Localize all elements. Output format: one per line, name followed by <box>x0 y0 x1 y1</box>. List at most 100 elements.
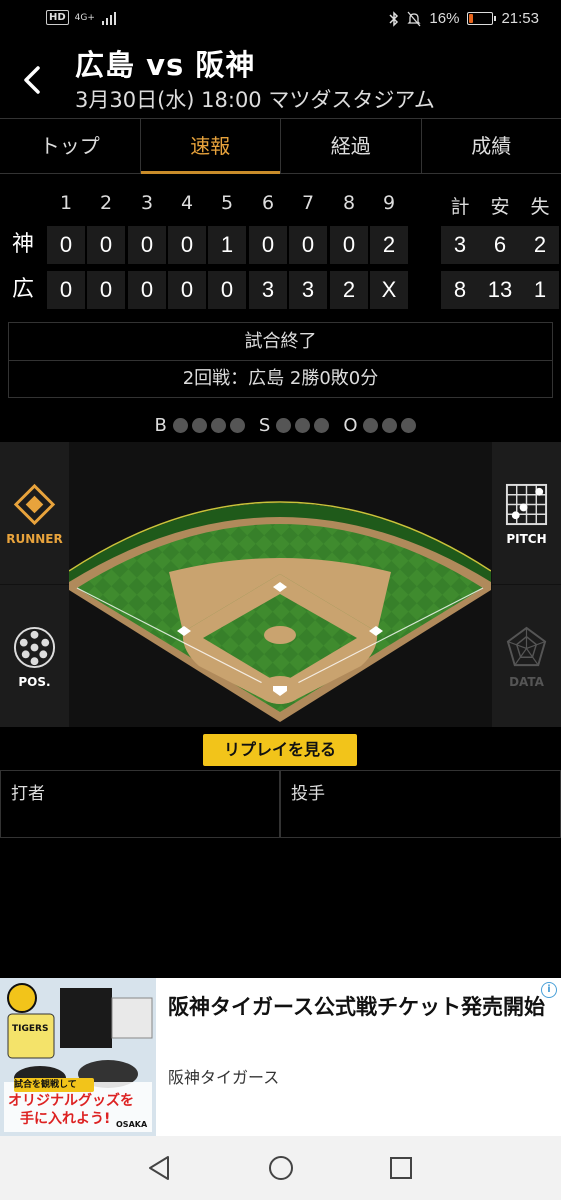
game-info: 3月30日(水) 18:00 マツダスタジアム <box>75 88 435 112</box>
data-label: DATA <box>509 675 544 689</box>
status-bar: HD 4G+ 16% 21:53 <box>0 0 561 40</box>
total-hits-header: 安 <box>490 196 510 218</box>
tab-stats[interactable]: 成績 <box>422 119 561 173</box>
field-panel: RUNNER POS. PITCH DATA <box>0 442 561 727</box>
outs-label: O <box>343 414 358 436</box>
inning-header: 1 <box>59 192 73 214</box>
ad-image-caption-1: 試合を観戦して <box>14 1080 77 1090</box>
ad-image-caption-3: 手に入れよう! <box>20 1111 111 1127</box>
score-cell: 0 <box>249 226 287 264</box>
inning-header: 9 <box>382 192 396 214</box>
bluetooth-icon <box>389 10 399 27</box>
ad-advertiser: 阪神タイガース <box>168 1068 280 1087</box>
position-icon <box>13 626 56 669</box>
score-cell: 3 <box>249 271 287 309</box>
score-cell: 0 <box>87 271 125 309</box>
ad-info-icon[interactable]: i <box>541 982 557 998</box>
radar-chart-icon <box>506 626 547 667</box>
ad-image-caption-2: オリジナルグッズを <box>8 1093 134 1109</box>
score-cell: 0 <box>47 226 85 264</box>
back-arrow-icon[interactable] <box>18 60 48 100</box>
pitch-grid-icon <box>505 483 548 526</box>
pitcher-label: 投手 <box>291 784 325 804</box>
score-cell: 0 <box>128 271 166 309</box>
nav-back-icon[interactable] <box>146 1154 172 1182</box>
ball-dot <box>172 417 188 433</box>
score-cell: 0 <box>168 226 206 264</box>
page-title: 広島 vs 阪神 <box>75 48 256 82</box>
score-cell: 3 <box>289 271 327 309</box>
total-runs-header: 計 <box>450 196 470 218</box>
batter-label: 打者 <box>11 784 45 804</box>
tab-top[interactable]: トップ <box>0 119 141 173</box>
ad-title[interactable]: 阪神タイガース公式戦チケット発売開始 <box>168 992 548 1022</box>
total-runs: 3 <box>441 226 479 264</box>
inning-header: 6 <box>261 192 275 214</box>
pitchers-mound <box>264 626 296 644</box>
ad-image-city: OSAKA <box>116 1120 148 1129</box>
score-cell: 0 <box>208 271 246 309</box>
balls-label: B <box>154 414 167 436</box>
strike-dot <box>276 417 292 433</box>
position-button[interactable]: POS. <box>0 585 69 727</box>
data-button: DATA <box>492 585 561 727</box>
total-hits: 6 <box>481 226 519 264</box>
hd-indicator: HD <box>46 10 69 25</box>
replay-bar: リプレイを見る <box>0 728 561 770</box>
batter-panel: 打者 <box>0 770 280 838</box>
score-cell: 0 <box>87 226 125 264</box>
inning-header: 4 <box>180 192 194 214</box>
out-dot <box>401 417 417 433</box>
score-cell: 1 <box>208 226 246 264</box>
battery-icon <box>467 12 497 25</box>
series-record: 2回戦：広島 2勝0敗0分 <box>182 368 379 389</box>
total-errors: 1 <box>521 271 559 309</box>
out-dot <box>363 417 379 433</box>
score-cell: 0 <box>128 226 166 264</box>
total-errors-header: 失 <box>530 196 550 218</box>
team-name-away: 神 <box>11 232 34 257</box>
total-runs: 8 <box>441 271 479 309</box>
strikes-label: S <box>258 414 271 436</box>
replay-button[interactable]: リプレイを見る <box>203 734 357 766</box>
score-cell: 0 <box>168 271 206 309</box>
runner-label: RUNNER <box>6 532 63 546</box>
tab-progress[interactable]: 経過 <box>281 119 422 173</box>
nav-recents-icon[interactable] <box>388 1154 414 1182</box>
runner-button[interactable]: RUNNER <box>0 442 69 584</box>
scoreboard: 1 2 3 4 5 6 7 8 9 計 安 失 神 0 0 0 0 1 0 0 … <box>0 186 561 314</box>
ad-image[interactable]: 試合を観戦して オリジナルグッズを 手に入れよう! TIGERS OSAKA <box>0 978 156 1136</box>
strike-dot <box>295 417 311 433</box>
score-cell: 2 <box>330 271 368 309</box>
strike-dot <box>314 417 330 433</box>
baseball-field <box>69 501 491 722</box>
pitch-label: PITCH <box>506 532 547 546</box>
network-indicator: 4G+ <box>74 12 95 23</box>
game-state: 試合終了 <box>9 323 552 361</box>
clock: 21:53 <box>501 10 539 27</box>
score-cell: X <box>370 271 408 309</box>
inning-header: 2 <box>99 192 113 214</box>
total-hits: 13 <box>481 271 519 309</box>
inning-header: 5 <box>220 192 234 214</box>
position-label: POS. <box>18 675 51 689</box>
score-cell: 2 <box>370 226 408 264</box>
inning-header: 7 <box>301 192 315 214</box>
team-name-home: 広 <box>11 277 34 302</box>
ball-dot <box>210 417 226 433</box>
tab-bar: トップ 速報 経過 成績 <box>0 118 561 174</box>
ball-dot <box>191 417 207 433</box>
ad-banner[interactable]: 試合を観戦して オリジナルグッズを 手に入れよう! TIGERS OSAKA 阪… <box>0 978 561 1136</box>
ball-dot <box>229 417 245 433</box>
pitch-button[interactable]: PITCH <box>492 442 561 584</box>
inning-header: 8 <box>342 192 356 214</box>
tab-live[interactable]: 速報 <box>140 119 281 174</box>
pitcher-panel: 投手 <box>280 770 561 838</box>
runner-diamond-icon <box>13 483 56 526</box>
score-cell: 0 <box>289 226 327 264</box>
battery-percent: 16% <box>429 10 460 27</box>
score-cell: 0 <box>47 271 85 309</box>
game-header: 広島 vs 阪神 3月30日(水) 18:00 マツダスタジアム <box>0 40 561 116</box>
nav-home-icon[interactable] <box>267 1154 295 1182</box>
score-cell: 0 <box>330 226 368 264</box>
